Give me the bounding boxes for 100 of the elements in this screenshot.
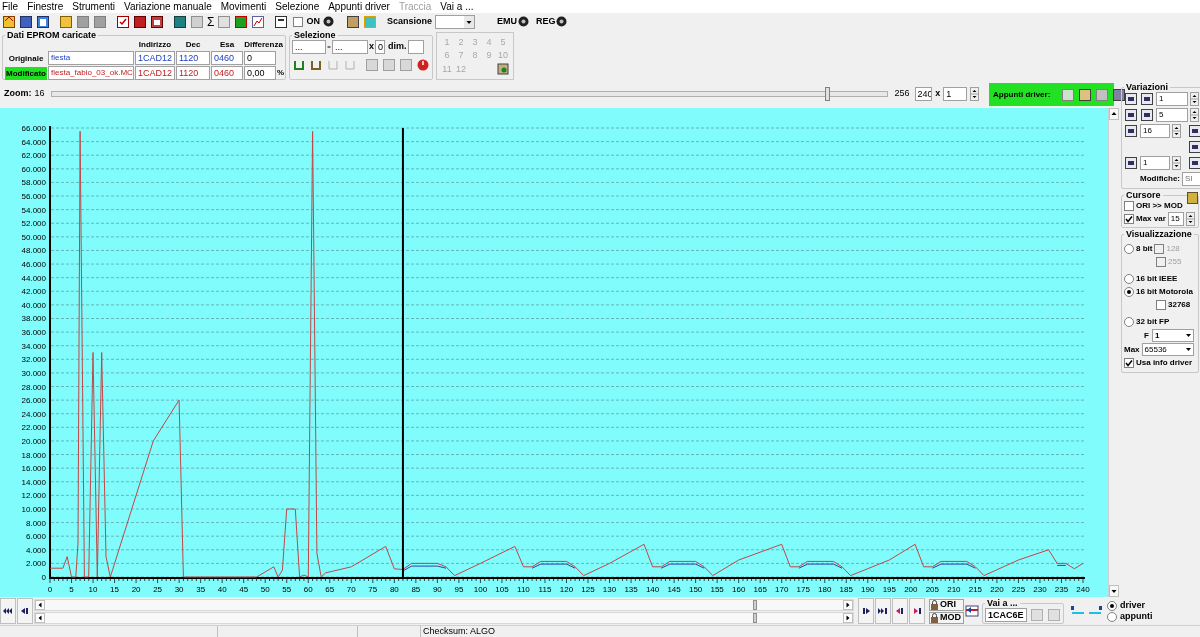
spinner-button[interactable]: [1190, 92, 1199, 106]
checklist-icon[interactable]: [116, 14, 130, 29]
tick-label: 52.000: [21, 219, 46, 229]
radio-button[interactable]: [1107, 611, 1117, 622]
input-field[interactable]: fiesta_fabio_03_ok.MC: [48, 66, 134, 80]
checkbox-label: 32768: [1168, 299, 1191, 311]
input-field[interactable]: 0,00: [244, 66, 276, 80]
radio-label: 32 bit FP: [1136, 316, 1170, 328]
marker-arrow-icon[interactable]: [1087, 605, 1103, 617]
radio-button[interactable]: [1107, 600, 1117, 611]
gear-icon: [517, 16, 529, 27]
input-field[interactable]: 1CAC6E: [985, 608, 1027, 622]
tick-label: 60: [303, 585, 313, 594]
first-button[interactable]: [0, 598, 16, 624]
radio-label: driver: [1120, 600, 1145, 611]
tick-label: 80: [389, 585, 399, 594]
scroll-up-icon[interactable]: [1109, 108, 1119, 120]
checkbox[interactable]: [1156, 300, 1166, 310]
input-field[interactable]: 0460: [211, 51, 243, 65]
forward-button[interactable]: [909, 598, 925, 624]
marker-arrow-icon[interactable]: [1070, 605, 1086, 617]
group-title: Variazioni: [1125, 82, 1170, 92]
toolbar-button[interactable]: REG: [533, 14, 570, 29]
spinner-button[interactable]: [1172, 156, 1181, 170]
lock-button[interactable]: ORI: [929, 598, 964, 611]
spinner-button[interactable]: [1185, 212, 1195, 226]
bracket-icon[interactable]: [309, 58, 323, 72]
input-field[interactable]: ...: [332, 40, 368, 54]
bracket-icon[interactable]: [292, 58, 306, 72]
input-field[interactable]: 15: [1167, 212, 1184, 226]
menu-item[interactable]: Selezione: [275, 0, 320, 14]
square-icon[interactable]: [76, 14, 90, 29]
input-field[interactable]: 1CAD12: [135, 66, 175, 80]
menu-item[interactable]: Vai a ...: [440, 0, 474, 14]
dropdown[interactable]: 1: [1151, 329, 1194, 342]
menu-item[interactable]: Movimenti: [220, 0, 267, 14]
square-icon[interactable]: [93, 14, 107, 29]
input-field[interactable]: 1: [1156, 92, 1188, 106]
input-field[interactable]: SI: [1182, 172, 1200, 186]
chart-icon[interactable]: [251, 14, 266, 29]
scrollbar[interactable]: [34, 598, 854, 611]
scroll-right-icon[interactable]: [843, 599, 853, 610]
checkbox[interactable]: [293, 16, 304, 27]
radio-button[interactable]: [1124, 287, 1134, 297]
radio-button[interactable]: [1124, 274, 1134, 284]
tick-label: 75: [368, 585, 378, 594]
input-field[interactable]: 1120: [176, 66, 210, 80]
menu-item[interactable]: Finestre: [27, 0, 64, 14]
input-field[interactable]: 0: [375, 40, 385, 54]
spinner-button[interactable]: [970, 87, 980, 101]
checkbox[interactable]: [1124, 201, 1134, 211]
scrollbar[interactable]: [1108, 108, 1118, 597]
tick-label: 34.000: [21, 341, 46, 351]
back-button[interactable]: [892, 598, 908, 624]
checkbox[interactable]: [1124, 214, 1134, 224]
gear-icon[interactable]: [322, 16, 334, 27]
toolbar-button[interactable]: EMU: [494, 14, 531, 29]
menu-item[interactable]: Variazione manuale: [124, 0, 212, 14]
previous-icon: [20, 607, 30, 615]
input-field[interactable]: 1120: [176, 51, 210, 65]
scrollbar-thumb[interactable]: [753, 612, 757, 623]
flag-icon[interactable]: [965, 604, 979, 618]
filter-icon[interactable]: [274, 14, 289, 29]
menu-item[interactable]: Strumenti: [72, 0, 116, 14]
checkbox[interactable]: [1124, 358, 1134, 368]
spinner-button[interactable]: [1190, 108, 1199, 122]
input-field[interactable]: 240: [914, 87, 933, 101]
input-field[interactable]: 1: [943, 87, 968, 101]
scroll-left-icon[interactable]: [35, 612, 45, 623]
last-button[interactable]: [875, 598, 891, 624]
input-field[interactable]: [407, 40, 424, 54]
scroll-left-icon[interactable]: [35, 599, 45, 610]
menu-item[interactable]: Appunti driver: [328, 0, 390, 14]
menu-item[interactable]: File: [2, 0, 19, 14]
spinner-button[interactable]: [1172, 124, 1181, 138]
play-button[interactable]: [858, 598, 874, 624]
dropdown[interactable]: 65536: [1141, 343, 1194, 356]
input-field[interactable]: 0: [244, 51, 276, 65]
scroll-right-icon[interactable]: [843, 612, 853, 623]
lock-button[interactable]: MOD: [929, 611, 964, 624]
previous-button[interactable]: [17, 598, 33, 624]
radio-button[interactable]: [1124, 317, 1134, 327]
input-field[interactable]: 1: [1140, 156, 1170, 170]
scrollbar[interactable]: [34, 611, 854, 624]
dropdown[interactable]: [434, 14, 475, 29]
scroll-down-icon[interactable]: [1109, 585, 1119, 597]
scrollbar-thumb[interactable]: [753, 599, 757, 610]
slider-thumb[interactable]: [825, 87, 831, 101]
input-field[interactable]: 5: [1156, 108, 1188, 122]
input-field[interactable]: fiesta: [48, 51, 134, 65]
input-field[interactable]: 16: [1140, 124, 1170, 138]
panel-icon[interactable]: [36, 14, 50, 29]
radio-button[interactable]: [1124, 244, 1134, 254]
input-field[interactable]: ...: [292, 40, 326, 54]
input-field[interactable]: 0460: [211, 66, 243, 80]
cursor-line[interactable]: [401, 127, 404, 578]
zoom-max: 256: [894, 87, 910, 101]
sigma-icon[interactable]: Σ: [207, 14, 215, 29]
power-icon[interactable]: [416, 58, 430, 72]
input-field[interactable]: 1CAD12: [135, 51, 175, 65]
